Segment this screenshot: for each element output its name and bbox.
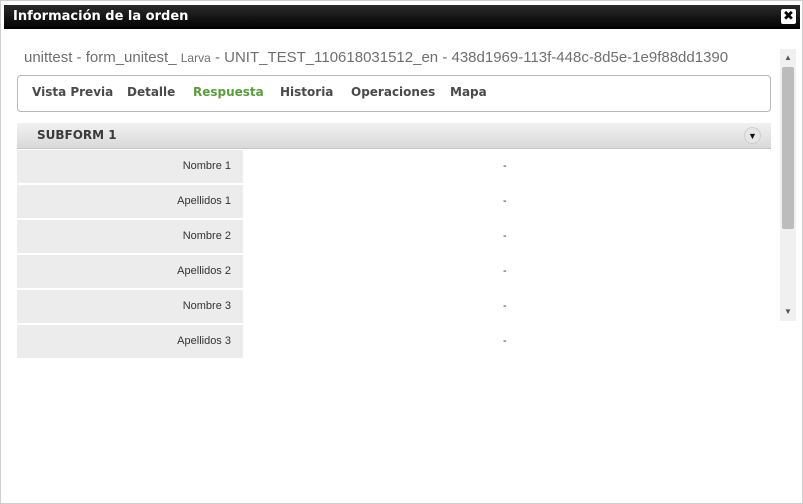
field-row: Apellidos 2 - bbox=[17, 255, 771, 290]
close-icon[interactable]: ✖ bbox=[781, 9, 796, 24]
field-value: - bbox=[503, 335, 507, 347]
order-prefix: unittest - form_unitest_ bbox=[24, 49, 181, 66]
field-label: Nombre 2 bbox=[17, 220, 243, 253]
tab-mapa[interactable]: Mapa bbox=[450, 85, 487, 99]
field-value: - bbox=[503, 230, 507, 242]
field-label: Apellidos 1 bbox=[17, 185, 243, 218]
tab-operaciones[interactable]: Operaciones bbox=[351, 85, 435, 99]
field-label: Nombre 1 bbox=[17, 150, 243, 183]
order-subject: Larva bbox=[180, 51, 211, 65]
field-row: Nombre 1 - bbox=[17, 150, 771, 185]
tab-bar: Vista Previa Detalle Respuesta Historia … bbox=[17, 75, 771, 112]
dialog-titlebar[interactable]: Información de la orden ✖ bbox=[4, 5, 800, 29]
field-label: Apellidos 3 bbox=[17, 325, 243, 358]
field-row: Nombre 3 - bbox=[17, 290, 771, 325]
tab-detalle[interactable]: Detalle bbox=[127, 85, 175, 99]
section-title: SUBFORM 1 bbox=[37, 128, 117, 142]
subform-section-header[interactable]: SUBFORM 1 ▼ bbox=[17, 123, 771, 149]
scroll-up-icon[interactable]: ▲ bbox=[780, 51, 796, 65]
field-list: Nombre 1 - Apellidos 1 - Nombre 2 - Apel… bbox=[17, 150, 771, 360]
field-value: - bbox=[503, 160, 507, 172]
field-value: - bbox=[503, 195, 507, 207]
field-value: - bbox=[503, 300, 507, 312]
field-label: Nombre 3 bbox=[17, 290, 243, 323]
dialog-title: Información de la orden bbox=[13, 9, 189, 24]
scroll-down-icon[interactable]: ▼ bbox=[780, 305, 796, 319]
vertical-scrollbar[interactable]: ▲ ▼ bbox=[780, 49, 796, 321]
order-info-dialog: Información de la orden ✖ unittest - for… bbox=[0, 0, 803, 504]
scrollbar-thumb[interactable] bbox=[782, 67, 794, 229]
tab-vista-previa[interactable]: Vista Previa bbox=[32, 85, 113, 99]
field-row: Apellidos 1 - bbox=[17, 185, 771, 220]
order-id: - UNIT_TEST_110618031512_en - 438d1969-1… bbox=[210, 49, 729, 66]
tab-historia[interactable]: Historia bbox=[280, 85, 333, 99]
field-label: Apellidos 2 bbox=[17, 255, 243, 288]
collapse-arrow-icon[interactable]: ▼ bbox=[744, 127, 761, 144]
order-header: unittest - form_unitest_ Larva - UNIT_TE… bbox=[24, 49, 764, 69]
field-row: Apellidos 3 - bbox=[17, 325, 771, 360]
field-value: - bbox=[503, 265, 507, 277]
field-row: Nombre 2 - bbox=[17, 220, 771, 255]
tab-respuesta[interactable]: Respuesta bbox=[193, 85, 264, 99]
